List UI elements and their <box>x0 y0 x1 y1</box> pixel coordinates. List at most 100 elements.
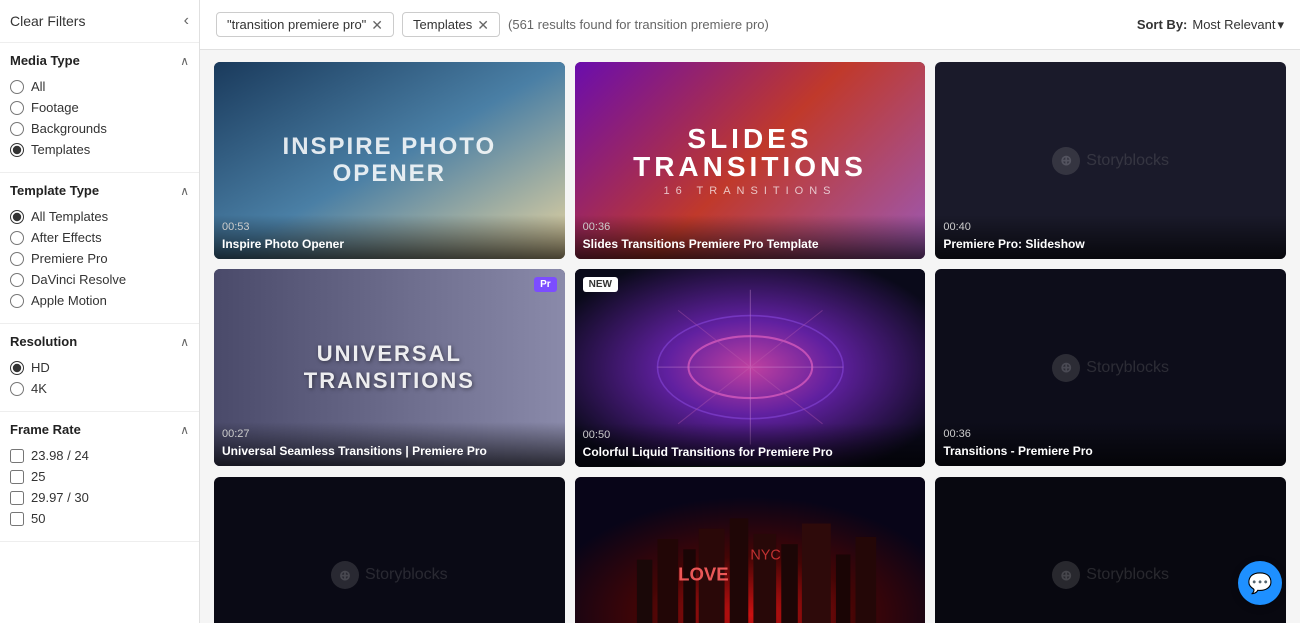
chevron-up-icon-4: ∧ <box>180 423 189 437</box>
filter-label-4k: 4K <box>31 381 47 396</box>
results-grid: INSPIRE PHOTOOPENER 00:53 Inspire Photo … <box>214 62 1286 623</box>
card6-title: Transitions - Premiere Pro <box>943 444 1092 458</box>
sort-section[interactable]: Sort By: Most Relevant ▾ <box>1137 17 1284 33</box>
filter-label-fps-25: 25 <box>31 469 45 484</box>
filter-option-all-templates[interactable]: All Templates <box>10 206 189 227</box>
filter-option-fps-29[interactable]: 29.97 / 30 <box>10 487 189 508</box>
card-colorful-liquid-transitions[interactable]: NEW 00:50 Colorful Liquid Transitions fo… <box>575 269 926 466</box>
filter-label-backgrounds: Backgrounds <box>31 121 107 136</box>
chevron-up-icon-3: ∧ <box>180 335 189 349</box>
filter-option-all[interactable]: All <box>10 76 189 97</box>
card5-badge-new: NEW <box>583 277 618 292</box>
card-universal-transitions[interactable]: UNIVERSALTRANSITIONS Pr 00:27 Universal … <box>214 269 565 466</box>
card2-duration: 00:36 <box>583 221 918 233</box>
query-tag-remove[interactable]: ✕ <box>371 18 383 32</box>
storyblocks-text-2: Storyblocks <box>1086 359 1169 377</box>
filter-option-fps-25[interactable]: 25 <box>10 466 189 487</box>
filter-option-apple-motion[interactable]: Apple Motion <box>10 290 189 311</box>
search-bar: "transition premiere pro" ✕ Templates ✕ … <box>200 0 1300 50</box>
type-tag-label: Templates <box>413 17 472 32</box>
storyblocks-icon-3: ⊕ <box>331 561 359 589</box>
card-slides-transitions[interactable]: SLIDESTRANSITIONS 16 TRANSITIONS 00:36 S… <box>575 62 926 259</box>
filter-option-templates[interactable]: Templates <box>10 139 189 160</box>
filter-checkbox-fps-25[interactable] <box>10 470 24 484</box>
filter-label-davinci-resolve: DaVinci Resolve <box>31 272 126 287</box>
filter-radio-davinci-resolve[interactable] <box>10 273 24 287</box>
sidebar: Clear Filters ‹ Media Type ∧ All Footage… <box>0 0 200 623</box>
card8-city-visual: LOVE NYC <box>575 477 926 623</box>
filter-option-4k[interactable]: 4K <box>10 378 189 399</box>
filter-section-resolution-header[interactable]: Resolution ∧ <box>10 334 189 349</box>
filter-checkbox-fps-23[interactable] <box>10 449 24 463</box>
filter-option-backgrounds[interactable]: Backgrounds <box>10 118 189 139</box>
filter-section-frame-rate-header[interactable]: Frame Rate ∧ <box>10 422 189 437</box>
filter-radio-premiere-pro[interactable] <box>10 252 24 266</box>
sort-value-dropdown[interactable]: Most Relevant ▾ <box>1192 17 1284 33</box>
type-filter-tag[interactable]: Templates ✕ <box>402 12 500 37</box>
filter-checkbox-fps-29[interactable] <box>10 491 24 505</box>
svg-text:NYC: NYC <box>750 547 780 563</box>
card4-overlay: 00:27 Universal Seamless Transitions | P… <box>214 422 565 466</box>
filter-radio-4k[interactable] <box>10 382 24 396</box>
filter-option-footage[interactable]: Footage <box>10 97 189 118</box>
card-dark-storyblocks-1[interactable]: ⊕ Storyblocks <box>214 477 565 623</box>
filter-label-fps-29: 29.97 / 30 <box>31 490 89 505</box>
storyblocks-text-3: Storyblocks <box>365 566 448 584</box>
filter-option-hd[interactable]: HD <box>10 357 189 378</box>
filter-section-resolution-title: Resolution <box>10 334 77 349</box>
filter-radio-backgrounds[interactable] <box>10 122 24 136</box>
card-premiere-pro-slideshow[interactable]: ⊕ Storyblocks 00:40 Premiere Pro: Slides… <box>935 62 1286 259</box>
card6-overlay: 00:36 Transitions - Premiere Pro <box>935 422 1286 466</box>
card2-visual-sub: 16 TRANSITIONS <box>663 185 836 197</box>
filter-section-media-type-title: Media Type <box>10 53 80 68</box>
card6-duration: 00:36 <box>943 428 1278 440</box>
collapse-sidebar-icon[interactable]: ‹ <box>184 12 189 30</box>
filter-option-fps-23[interactable]: 23.98 / 24 <box>10 445 189 466</box>
card-transitions-premiere-pro[interactable]: ⊕ Storyblocks 00:36 Transitions - Premie… <box>935 269 1286 466</box>
sort-arrow-icon: ▾ <box>1277 17 1284 33</box>
card-dark-storyblocks-2[interactable]: ⊕ Storyblocks <box>935 477 1286 623</box>
storyblocks-icon-4: ⊕ <box>1052 561 1080 589</box>
storyblocks-icon-2: ⊕ <box>1052 354 1080 382</box>
filter-radio-all-templates[interactable] <box>10 210 24 224</box>
sidebar-top: Clear Filters ‹ <box>0 0 199 43</box>
storyblocks-watermark-4: ⊕ Storyblocks <box>1052 561 1169 589</box>
filter-radio-apple-motion[interactable] <box>10 294 24 308</box>
filter-section-template-type-title: Template Type <box>10 183 99 198</box>
filter-checkbox-fps-50[interactable] <box>10 512 24 526</box>
filter-label-fps-50: 50 <box>31 511 45 526</box>
filter-radio-footage[interactable] <box>10 101 24 115</box>
filter-option-after-effects[interactable]: After Effects <box>10 227 189 248</box>
card1-title: Inspire Photo Opener <box>222 237 344 251</box>
filter-option-fps-50[interactable]: 50 <box>10 508 189 529</box>
filter-section-media-type: Media Type ∧ All Footage Backgrounds Tem… <box>0 43 199 173</box>
query-tag-label: "transition premiere pro" <box>227 17 366 32</box>
filter-label-footage: Footage <box>31 100 79 115</box>
card9-storyblocks-logo: ⊕ Storyblocks <box>935 477 1286 623</box>
sort-value-text: Most Relevant <box>1192 17 1275 32</box>
clear-filters-button[interactable]: Clear Filters <box>10 13 85 29</box>
results-grid-area: INSPIRE PHOTOOPENER 00:53 Inspire Photo … <box>200 50 1300 623</box>
type-tag-remove[interactable]: ✕ <box>477 18 489 32</box>
filter-radio-hd[interactable] <box>10 361 24 375</box>
filter-label-hd: HD <box>31 360 50 375</box>
filter-label-templates: Templates <box>31 142 90 157</box>
filter-section-frame-rate: Frame Rate ∧ 23.98 / 24 25 29.97 / 30 50 <box>0 412 199 542</box>
chat-button[interactable]: 💬 <box>1238 561 1282 605</box>
query-filter-tag[interactable]: "transition premiere pro" ✕ <box>216 12 394 37</box>
filter-radio-templates[interactable] <box>10 143 24 157</box>
filter-option-premiere-pro[interactable]: Premiere Pro <box>10 248 189 269</box>
card-inspire-photo-opener[interactable]: INSPIRE PHOTOOPENER 00:53 Inspire Photo … <box>214 62 565 259</box>
card2-title: Slides Transitions Premiere Pro Template <box>583 237 819 251</box>
card1-duration: 00:53 <box>222 221 557 233</box>
filter-section-template-type-header[interactable]: Template Type ∧ <box>10 183 189 198</box>
card3-overlay: 00:40 Premiere Pro: Slideshow <box>935 215 1286 259</box>
card-city[interactable]: LOVE NYC <box>575 477 926 623</box>
chevron-up-icon-2: ∧ <box>180 184 189 198</box>
card3-title: Premiere Pro: Slideshow <box>943 237 1084 251</box>
card1-visual-text: INSPIRE PHOTOOPENER <box>283 134 497 187</box>
filter-radio-all[interactable] <box>10 80 24 94</box>
filter-option-davinci-resolve[interactable]: DaVinci Resolve <box>10 269 189 290</box>
filter-section-media-type-header[interactable]: Media Type ∧ <box>10 53 189 68</box>
filter-radio-after-effects[interactable] <box>10 231 24 245</box>
